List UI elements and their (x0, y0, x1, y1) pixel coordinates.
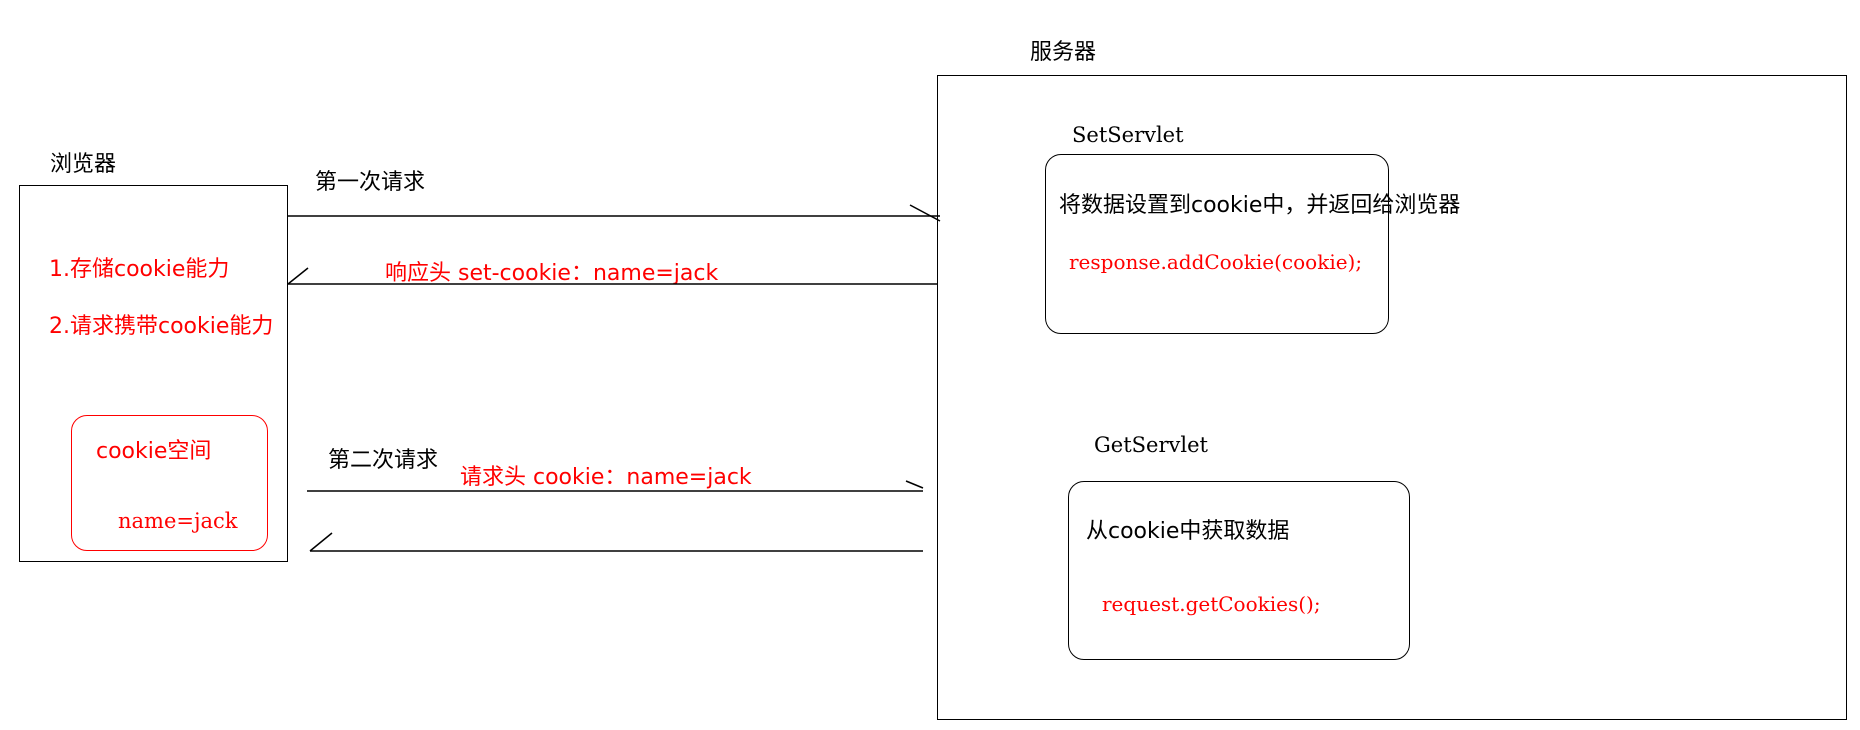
first-request-arrowhead (909, 204, 941, 222)
second-request-arrowhead (905, 480, 924, 489)
response-arrowhead (287, 267, 309, 285)
arrow-lines (287, 204, 941, 552)
second-response-arrowhead (309, 532, 333, 552)
